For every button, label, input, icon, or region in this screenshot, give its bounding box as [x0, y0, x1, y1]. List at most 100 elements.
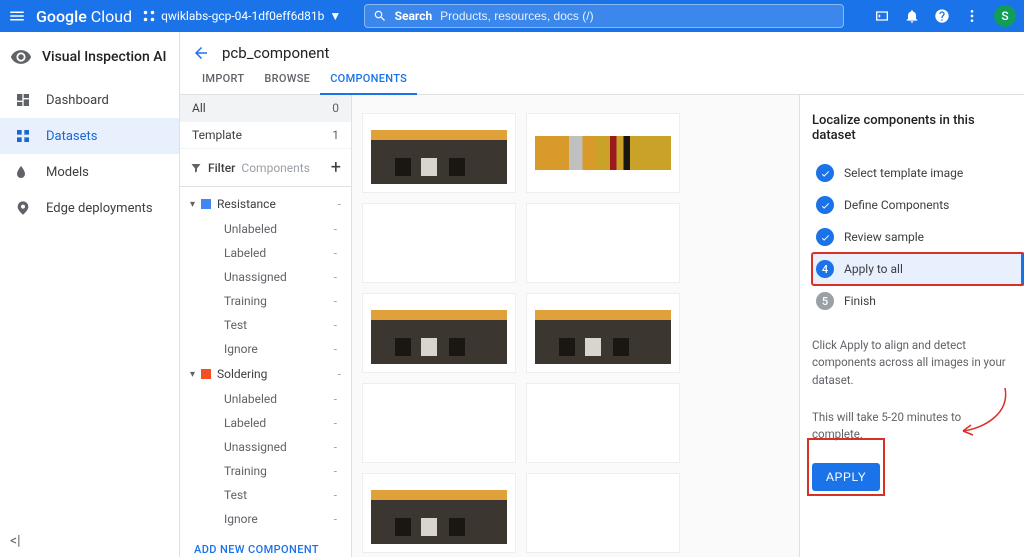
models-icon — [14, 163, 32, 181]
search-container: Search — [351, 4, 856, 28]
product-title[interactable]: Visual Inspection AI — [0, 32, 179, 82]
image-thumbnail[interactable] — [526, 473, 680, 553]
tab-browse[interactable]: BROWSE — [254, 62, 320, 94]
add-component-button[interactable]: ADD NEW COMPONENT — [180, 531, 351, 557]
tree-leaf[interactable]: Training - — [180, 459, 351, 483]
nav-label: Datasets — [46, 129, 98, 144]
left-nav: Visual Inspection AI Dashboard Datasets … — [0, 32, 180, 557]
tree-leaf[interactable]: Labeled- — [180, 411, 351, 435]
menu-icon[interactable] — [8, 7, 26, 25]
collapse-nav-icon[interactable]: <| — [10, 533, 21, 549]
nav-datasets[interactable]: Datasets — [0, 118, 179, 154]
step-label: Review sample — [844, 230, 924, 244]
leaf-label: Unassigned — [224, 440, 287, 454]
add-filter-icon[interactable]: + — [331, 157, 341, 178]
edge-icon — [14, 199, 32, 217]
group-name: Soldering — [217, 367, 332, 381]
avatar[interactable]: S — [994, 5, 1016, 27]
check-icon — [816, 228, 834, 246]
color-swatch — [201, 199, 211, 209]
tree-leaf[interactable]: Unassigned - — [180, 265, 351, 289]
tree-leaf[interactable]: Ignore- — [180, 337, 351, 361]
check-icon — [816, 164, 834, 182]
back-arrow-icon[interactable] — [192, 44, 210, 62]
header-icons: S — [874, 5, 1016, 27]
leaf-label: Test — [224, 488, 247, 502]
wizard-panel: Localize components in this dataset Sele… — [799, 95, 1024, 557]
page-title: pcb_component — [222, 44, 329, 62]
more-icon[interactable] — [964, 8, 980, 24]
leaf-count: - — [334, 270, 337, 284]
image-thumbnail[interactable] — [362, 293, 516, 373]
leaf-label: Unassigned — [224, 270, 287, 284]
filter-all[interactable]: All 0 — [180, 95, 351, 122]
search-icon — [373, 9, 387, 23]
leaf-count: - — [334, 440, 337, 454]
help-icon[interactable] — [934, 8, 950, 24]
leaf-label: Training — [224, 464, 267, 478]
leaf-count: - — [334, 246, 337, 260]
filter-template[interactable]: Template 1 — [180, 122, 351, 149]
tree-leaf[interactable]: Test- — [180, 483, 351, 507]
tree-leaf[interactable]: Unlabeled - — [180, 387, 351, 411]
image-thumbnail[interactable] — [362, 203, 516, 283]
tree-leaf[interactable]: Labeled- — [180, 241, 351, 265]
image-thumbnail[interactable] — [526, 383, 680, 463]
logo-word-1: Google — [36, 7, 87, 26]
leaf-count: - — [334, 392, 337, 406]
project-name: qwiklabs-gcp-04-1df0eff6d81b — [161, 9, 324, 23]
filter-icon — [190, 162, 202, 174]
apply-button[interactable]: APPLY — [812, 463, 880, 491]
tree-leaf[interactable]: Unlabeled- — [180, 217, 351, 241]
tree-leaf[interactable]: Test- — [180, 313, 351, 337]
nav-models[interactable]: Models — [0, 154, 179, 190]
tab-import[interactable]: IMPORT — [192, 62, 254, 94]
tab-components[interactable]: COMPONENTS — [320, 62, 417, 95]
leaf-count: - — [334, 294, 337, 308]
google-cloud-logo[interactable]: Google Cloud — [36, 7, 132, 26]
leaf-label: Training — [224, 294, 267, 308]
tree-group-header[interactable]: ▾ Resistance - — [180, 191, 351, 217]
image-thumbnail[interactable] — [526, 113, 680, 193]
step-label: Select template image — [844, 166, 963, 180]
tree-leaf[interactable]: Unassigned - — [180, 435, 351, 459]
search-bar[interactable]: Search — [364, 4, 844, 28]
component-tree: ▾ Resistance - Unlabeled - Labeled- Unass… — [180, 187, 351, 557]
wizard-step-apply-to-all[interactable]: 4 Apply to all — [812, 253, 1024, 285]
nav-edge-deployments[interactable]: Edge deployments — [0, 190, 179, 226]
leaf-label: Unlabeled — [224, 392, 277, 406]
image-thumbnail[interactable] — [526, 203, 680, 283]
nav-dashboard[interactable]: Dashboard — [0, 82, 179, 118]
dashboard-icon — [14, 91, 32, 109]
leaf-count: - — [334, 464, 337, 478]
leaf-label: Test — [224, 318, 247, 332]
cloud-shell-icon[interactable] — [874, 8, 890, 24]
product-label: Visual Inspection AI — [42, 49, 167, 65]
tree-group-header[interactable]: ▾ Soldering - — [180, 361, 351, 387]
wizard-step-review-sample[interactable]: Review sample — [812, 221, 1012, 253]
group-count: - — [338, 197, 341, 211]
search-input[interactable] — [440, 9, 834, 23]
image-thumbnail[interactable] — [362, 383, 516, 463]
wizard-step-select-template[interactable]: Select template image — [812, 157, 1012, 189]
wizard-title: Localize components in this dataset — [812, 113, 1012, 143]
project-selector[interactable]: qwiklabs-gcp-04-1df0eff6d81b ▼ — [142, 9, 341, 23]
wizard-step-finish[interactable]: 5 Finish — [812, 285, 1012, 317]
wizard-step-define-components[interactable]: Define Components — [812, 189, 1012, 221]
filter-placeholder[interactable]: Components — [241, 161, 324, 175]
image-thumbnail[interactable] — [362, 473, 516, 553]
check-icon — [816, 196, 834, 214]
image-thumbnail[interactable] — [526, 293, 680, 373]
page-header: pcb_component — [180, 32, 1024, 62]
wizard-description-1: Click Apply to align and detect componen… — [812, 337, 1012, 389]
tabs: IMPORT BROWSE COMPONENTS — [180, 62, 1024, 95]
image-thumbnail[interactable] — [362, 113, 516, 193]
step-number: 5 — [816, 292, 834, 310]
tree-leaf[interactable]: Training - — [180, 289, 351, 313]
image-grid — [352, 95, 799, 557]
tree-leaf[interactable]: Ignore- — [180, 507, 351, 531]
notifications-icon[interactable] — [904, 8, 920, 24]
tree-group-resistance: ▾ Resistance - Unlabeled- Labeled- Unass… — [180, 191, 351, 361]
datasets-icon — [14, 127, 32, 145]
step-label: Define Components — [844, 198, 949, 212]
